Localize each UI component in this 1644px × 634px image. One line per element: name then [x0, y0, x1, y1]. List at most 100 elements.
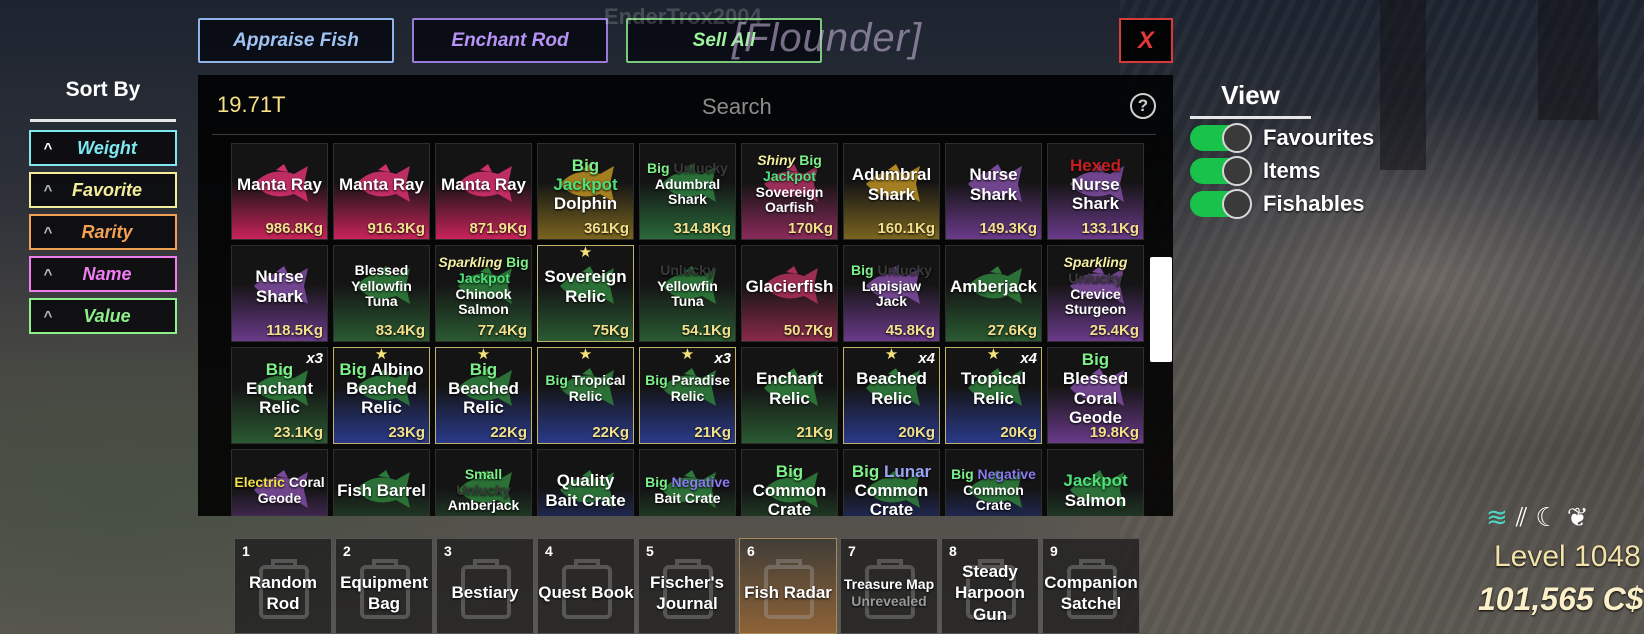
inventory-item[interactable]: Big Lunar Common Crate: [843, 449, 940, 516]
item-weight: 22Kg: [592, 424, 629, 441]
item-name: Sparkling Big Jackpot Chinook Salmon: [438, 254, 529, 318]
sort-label: Value: [83, 305, 131, 326]
hotbar-slot-7[interactable]: 7 Treasure Map Unrevealed: [840, 538, 938, 634]
inventory-item[interactable]: Manta Ray 986.8Kg: [231, 143, 328, 240]
sort-rarity-button[interactable]: ^ Rarity: [29, 214, 177, 250]
item-weight: 27.6Kg: [987, 322, 1037, 339]
toggle-label: Items: [1263, 158, 1321, 183]
inventory-item[interactable]: Quality Bait Crate: [537, 449, 634, 516]
rain-icon: ⫽: [1515, 502, 1528, 532]
inventory-item[interactable]: Nurse Shark 118.5Kg: [231, 245, 328, 342]
toggle-switch[interactable]: [1190, 123, 1252, 153]
inventory-item[interactable]: ★ Big Albino Beached Relic 23Kg: [333, 347, 430, 444]
inventory-item[interactable]: Fish Barrel: [333, 449, 430, 516]
hotbar-slot-1[interactable]: 1 Random Rod: [234, 538, 332, 634]
item-name: Unlucky Yellowfin Tuna: [657, 261, 718, 310]
enchant-rod-button[interactable]: Enchant Rod: [412, 18, 608, 63]
inventory-item[interactable]: Glacierfish 50.7Kg: [741, 245, 838, 342]
item-name: Big Jackpot Dolphin: [553, 155, 618, 214]
player-level: Level 1048: [1494, 540, 1641, 573]
toggle-fishables[interactable]: Fishables: [1190, 189, 1364, 219]
inventory-item[interactable]: Adumbral Shark 160.1Kg: [843, 143, 940, 240]
item-weight: 160.1Kg: [877, 220, 935, 237]
item-weight: 77.4Kg: [477, 322, 527, 339]
sort-by-title: Sort By: [65, 78, 141, 101]
inventory-item[interactable]: Manta Ray 916.3Kg: [333, 143, 430, 240]
sort-label: Favorite: [71, 179, 143, 200]
inventory-item[interactable]: x3 Big Enchant Relic 23.1Kg: [231, 347, 328, 444]
hotbar-slot-2[interactable]: 2 Equipment Bag: [335, 538, 433, 634]
item-weight: 19.8Kg: [1089, 424, 1139, 441]
hotbar-slot-8[interactable]: 8 Steady Harpoon Gun: [941, 538, 1039, 634]
item-name: Glacierfish: [745, 276, 834, 296]
toggle-label: Favourites: [1263, 125, 1375, 150]
inventory-item[interactable]: Electric Coral Geode: [231, 449, 328, 516]
inventory-item[interactable]: Big Negative Bait Crate: [639, 449, 736, 516]
slot-label: Random Rod: [249, 572, 317, 613]
inventory-item[interactable]: Nurse Shark 149.3Kg: [945, 143, 1042, 240]
inventory-item[interactable]: ★ Big Tropical Relic 22Kg: [537, 347, 634, 444]
item-weight: 25.4Kg: [1089, 322, 1139, 339]
hotbar-slot-9[interactable]: 9 Companion Satchel: [1042, 538, 1140, 634]
inventory-item[interactable]: Amberjack 27.6Kg: [945, 245, 1042, 342]
appraise-fish-button[interactable]: Appraise Fish: [198, 18, 394, 63]
sort-favorite-button[interactable]: ^ Favorite: [29, 172, 177, 208]
inventory-item[interactable]: Big Common Crate: [741, 449, 838, 516]
toggle-favourites[interactable]: Favourites: [1190, 123, 1375, 153]
hotbar-slot-5[interactable]: 5 Fischer's Journal: [638, 538, 736, 634]
toggle-switch[interactable]: [1190, 189, 1252, 219]
item-name: Big Lunar Common Crate: [851, 461, 932, 516]
inventory-item[interactable]: ★ x4 Beached Relic 20Kg: [843, 347, 940, 444]
inventory-item[interactable]: Enchant Relic 21Kg: [741, 347, 838, 444]
inventory-item[interactable]: Big Unlucky Adumbral Shark 314.8Kg: [639, 143, 736, 240]
inventory-item[interactable]: Jackpot Salmon: [1047, 449, 1144, 516]
sort-label: Weight: [77, 137, 137, 158]
hotbar-slot-6[interactable]: 6 Fish Radar: [739, 538, 837, 634]
player-title-tag: [Flounder]: [732, 16, 923, 60]
inventory-item[interactable]: Sparkling Big Jackpot Chinook Salmon 77.4Kg: [435, 245, 532, 342]
inventory-item[interactable]: Big Blessed Coral Geode 19.8Kg: [1047, 347, 1144, 444]
inventory-item[interactable]: ★ x4 Tropical Relic 20Kg: [945, 347, 1042, 444]
inventory-item[interactable]: Big Unlucky Lapisjaw Jack 45.8Kg: [843, 245, 940, 342]
item-weight: 20Kg: [1000, 424, 1037, 441]
slot-label: Steady Harpoon Gun: [955, 562, 1025, 624]
inventory-item[interactable]: Sparkling Unlucky Crevice Sturgeon 25.4Kg: [1047, 245, 1144, 342]
inventory-item[interactable]: Shiny Big Jackpot Sovereign Oarfish 170Kg: [741, 143, 838, 240]
inventory-item[interactable]: Manta Ray 871.9Kg: [435, 143, 532, 240]
inventory-item[interactable]: ★ Big Beached Relic 22Kg: [435, 347, 532, 444]
inventory-item[interactable]: Big Negative Common Crate: [945, 449, 1042, 516]
slot-label: Companion Satchel: [1044, 572, 1138, 613]
inventory-item[interactable]: Blessed Yellowfin Tuna 83.4Kg: [333, 245, 430, 342]
sort-name-button[interactable]: ^ Name: [29, 256, 177, 292]
background-post: [1538, 0, 1598, 120]
help-icon[interactable]: ?: [1130, 93, 1156, 119]
inventory-item[interactable]: Big Jackpot Dolphin 361Kg: [537, 143, 634, 240]
inventory-item[interactable]: Small Unlucky Amberjack: [435, 449, 532, 516]
inventory-item[interactable]: ★ x3 Big Paradise Relic 21Kg: [639, 347, 736, 444]
item-name: Fish Barrel: [337, 480, 426, 500]
close-button[interactable]: X: [1119, 18, 1173, 63]
view-divider: [1190, 116, 1311, 119]
slot-label: Bestiary: [451, 583, 519, 603]
hotbar-slot-3[interactable]: 3 Bestiary: [436, 538, 534, 634]
item-weight: 54.1Kg: [681, 322, 731, 339]
toggle-switch[interactable]: [1190, 156, 1252, 186]
sort-weight-button[interactable]: ^ Weight: [29, 130, 177, 166]
search-input[interactable]: [612, 90, 912, 124]
item-weight: 361Kg: [583, 220, 629, 237]
item-name: Big Albino Beached Relic: [339, 359, 424, 418]
item-weight: 50.7Kg: [783, 322, 833, 339]
item-weight: 23.1Kg: [273, 424, 323, 441]
item-weight: 314.8Kg: [673, 220, 731, 237]
inventory-item[interactable]: Hexed Nurse Shark 133.1Kg: [1047, 143, 1144, 240]
item-weight: 149.3Kg: [979, 220, 1037, 237]
hotbar-slot-4[interactable]: 4 Quest Book: [537, 538, 635, 634]
inventory-item[interactable]: ★ Sovereign Relic 75Kg: [537, 245, 634, 342]
item-name: Blessed Yellowfin Tuna: [351, 261, 412, 310]
toggle-items[interactable]: Items: [1190, 156, 1321, 186]
inventory-scrollbar[interactable]: [1150, 257, 1172, 362]
sort-value-button[interactable]: ^ Value: [29, 298, 177, 334]
item-name: Small Unlucky Amberjack: [447, 465, 520, 514]
inventory-item[interactable]: Unlucky Yellowfin Tuna 54.1Kg: [639, 245, 736, 342]
slot-label: Equipment Bag: [340, 572, 428, 613]
